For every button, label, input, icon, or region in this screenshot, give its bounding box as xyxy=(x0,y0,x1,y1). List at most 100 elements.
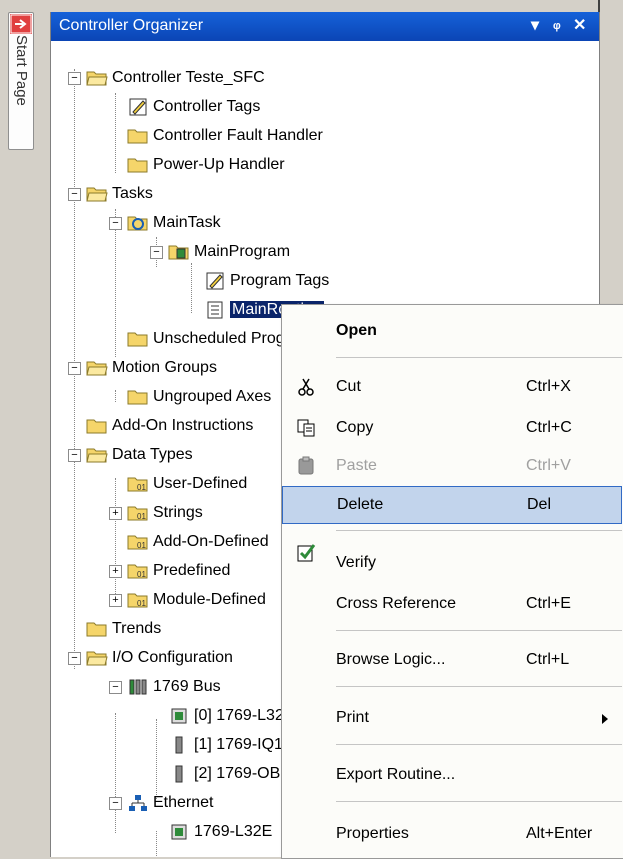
collapse-toggle[interactable]: − xyxy=(150,246,163,259)
pin-icon[interactable]: ᵩ xyxy=(553,15,561,33)
tree-item-label: MainProgram xyxy=(194,243,291,260)
tree-item-predefined[interactable]: 01 Predefined xyxy=(127,558,230,584)
folder-icon xyxy=(127,158,148,173)
collapse-toggle[interactable]: − xyxy=(109,681,122,694)
folder-icon xyxy=(127,332,148,347)
tree-item-tasks[interactable]: Tasks xyxy=(86,181,153,207)
dropdown-icon[interactable]: ▾ xyxy=(531,15,539,35)
svg-text:01: 01 xyxy=(137,599,146,608)
folder-icon xyxy=(86,622,107,637)
menu-item-paste[interactable]: Paste Ctrl+V xyxy=(282,448,622,484)
module-icon xyxy=(171,708,187,724)
tree-item-data-types[interactable]: Data Types xyxy=(86,442,193,468)
tree-item-label: Controller Fault Handler xyxy=(153,127,323,144)
tree-item-1769-bus[interactable]: 1769 Bus xyxy=(127,674,221,700)
start-page-tab[interactable]: Start Page xyxy=(8,12,34,150)
folder-open-icon xyxy=(86,448,108,463)
start-page-icon xyxy=(10,14,32,34)
tree-item-label: Motion Groups xyxy=(112,359,217,376)
tree-item-label: [1] 1769-IQ16 xyxy=(194,736,292,753)
datatype-icon: 01 xyxy=(127,477,148,492)
tree-item-program-tags[interactable]: Program Tags xyxy=(204,268,329,294)
tags-icon xyxy=(206,272,224,290)
expand-toggle[interactable]: + xyxy=(109,507,122,520)
collapse-toggle[interactable]: − xyxy=(109,217,122,230)
tree-item-label: Predefined xyxy=(153,562,231,579)
tree-item-module-0[interactable]: [0] 1769-L32E xyxy=(168,703,295,729)
tree-item-label: Add-On Instructions xyxy=(112,417,254,434)
tree-item-label: 1769 Bus xyxy=(153,678,221,695)
tree-item-controller[interactable]: Controller Teste_SFC xyxy=(86,65,265,91)
tree-item-addon-defined[interactable]: 01 Add-On-Defined xyxy=(127,529,269,555)
tree-item-ethernet[interactable]: Ethernet xyxy=(127,790,213,816)
datatype-icon: 01 xyxy=(127,506,148,521)
tree-item-addon-instructions[interactable]: Add-On Instructions xyxy=(86,413,253,439)
menu-item-verify[interactable]: Verify xyxy=(282,544,622,581)
routine-icon xyxy=(207,301,223,319)
svg-text:01: 01 xyxy=(137,570,146,579)
folder-open-icon xyxy=(86,361,108,376)
tree-item-controller-fault-handler[interactable]: Controller Fault Handler xyxy=(127,123,323,149)
start-page-label: Start Page xyxy=(13,35,30,106)
expand-toggle[interactable]: + xyxy=(109,565,122,578)
menu-item-export-routine[interactable]: Export Routine... xyxy=(282,757,622,793)
folder-icon xyxy=(127,390,148,405)
tree-item-strings[interactable]: 01 Strings xyxy=(127,500,203,526)
submenu-arrow-icon xyxy=(602,714,608,724)
tree-item-io-configuration[interactable]: I/O Configuration xyxy=(86,645,233,671)
tree-item-label: I/O Configuration xyxy=(112,649,233,666)
folder-open-icon xyxy=(86,71,108,86)
tree-item-ethernet-module[interactable]: 1769-L32E xyxy=(168,819,272,845)
tree-item-label: Trends xyxy=(112,620,162,637)
tags-icon xyxy=(129,98,147,116)
close-icon[interactable]: ✕ xyxy=(573,15,586,35)
menu-item-cross-reference[interactable]: Cross Reference Ctrl+E xyxy=(282,586,622,622)
tree-item-label: Add-On-Defined xyxy=(153,533,269,550)
tree-item-label: Ungrouped Axes xyxy=(153,388,272,405)
menu-item-open[interactable]: Open xyxy=(282,313,622,349)
tree-item-label: Module-Defined xyxy=(153,591,266,608)
context-menu: Open Cut Ctrl+X Copy Ctrl+C Paste Ctrl+V… xyxy=(281,304,623,859)
collapse-toggle[interactable]: − xyxy=(68,188,81,201)
svg-text:01: 01 xyxy=(137,483,146,492)
tree-item-ungrouped-axes[interactable]: Ungrouped Axes xyxy=(127,384,271,410)
panel-title-bar: Controller Organizer ▾ ᵩ ✕ xyxy=(51,12,599,41)
network-icon xyxy=(129,794,147,811)
datatype-icon: 01 xyxy=(127,593,148,608)
tree-item-maintask[interactable]: MainTask xyxy=(127,210,221,236)
svg-text:01: 01 xyxy=(137,541,146,550)
collapse-toggle[interactable]: − xyxy=(68,449,81,462)
menu-item-print[interactable]: Print xyxy=(282,700,622,736)
tree-item-user-defined[interactable]: 01 User-Defined xyxy=(127,471,247,497)
tree-item-module-2[interactable]: [2] 1769-OB16 xyxy=(168,761,298,787)
tree-item-trends[interactable]: Trends xyxy=(86,616,161,642)
task-icon xyxy=(127,216,148,231)
tree-item-module-defined[interactable]: 01 Module-Defined xyxy=(127,587,266,613)
program-icon xyxy=(168,245,189,260)
tree-item-powerup-handler[interactable]: Power-Up Handler xyxy=(127,152,285,178)
tree-item-label: 1769-L32E xyxy=(194,823,273,840)
tree-item-label: Program Tags xyxy=(230,272,330,289)
tree-item-label: Power-Up Handler xyxy=(153,156,285,173)
tree-item-label: Controller Teste_SFC xyxy=(112,69,265,86)
collapse-toggle[interactable]: − xyxy=(109,797,122,810)
expand-toggle[interactable]: + xyxy=(109,594,122,607)
tree-item-motion-groups[interactable]: Motion Groups xyxy=(86,355,217,381)
tree-item-controller-tags[interactable]: Controller Tags xyxy=(127,94,260,120)
collapse-toggle[interactable]: − xyxy=(68,652,81,665)
menu-item-browse-logic[interactable]: Browse Logic... Ctrl+L xyxy=(282,642,622,678)
menu-item-delete[interactable]: Delete Del xyxy=(282,486,622,524)
folder-icon xyxy=(127,129,148,144)
tree-item-label: MainTask xyxy=(153,214,221,231)
io-module-icon xyxy=(175,765,183,783)
tree-item-label: User-Defined xyxy=(153,475,248,492)
tree-item-mainprogram[interactable]: MainProgram xyxy=(168,239,290,265)
menu-item-cut[interactable]: Cut Ctrl+X xyxy=(282,369,622,405)
menu-item-properties[interactable]: Properties Alt+Enter xyxy=(282,816,622,852)
collapse-toggle[interactable]: − xyxy=(68,72,81,85)
tree-item-module-1[interactable]: [1] 1769-IQ16 xyxy=(168,732,292,758)
tree-item-label: Tasks xyxy=(112,185,153,202)
menu-item-copy[interactable]: Copy Ctrl+C xyxy=(282,410,622,446)
folder-icon xyxy=(86,419,107,434)
collapse-toggle[interactable]: − xyxy=(68,362,81,375)
